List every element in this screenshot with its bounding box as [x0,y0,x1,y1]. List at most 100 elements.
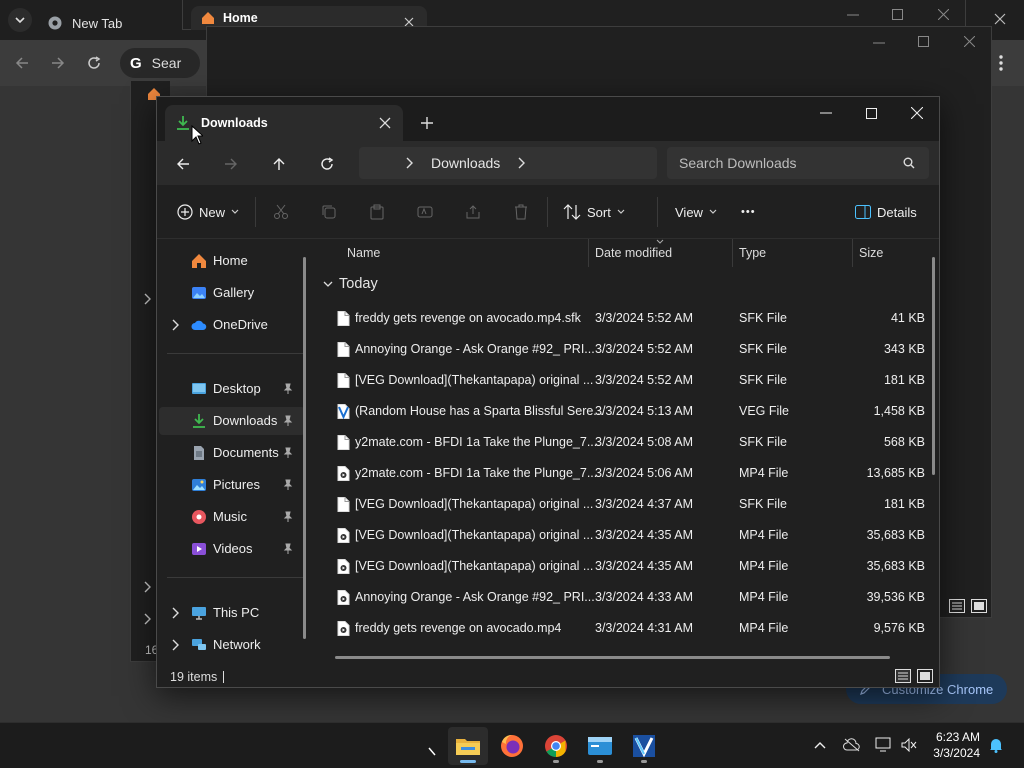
network-status-icon[interactable] [875,737,893,753]
paste-icon[interactable] [369,204,385,220]
bg-minimize-icon[interactable] [847,14,859,16]
file-row[interactable]: Annoying Orange - Ask Orange #92_ PRI...… [327,334,927,365]
pin-icon[interactable] [282,479,294,491]
onedrive-offline-icon[interactable] [843,738,861,752]
column-header-type[interactable]: Type [739,239,849,267]
bg3-chevron-icon[interactable] [143,581,151,593]
nav-item-this-pc[interactable]: This PC [159,599,305,627]
address-bar[interactable]: Downloads [359,147,657,179]
nav-item-onedrive[interactable]: OneDrive [159,311,305,339]
horizontal-scrollbar[interactable] [335,656,890,659]
nav-scrollbar[interactable] [303,257,306,639]
pin-icon[interactable] [282,447,294,459]
rename-icon[interactable] [417,204,433,220]
bg3-chevron-icon[interactable] [143,293,151,305]
pin-icon[interactable] [282,543,294,555]
reload-icon[interactable] [87,56,101,70]
breadcrumb-downloads[interactable]: Downloads [431,155,500,171]
details-pane-button[interactable]: Details [855,197,917,227]
file-row[interactable]: [VEG Download](Thekantapapa) original ..… [327,365,927,396]
column-divider[interactable] [588,239,589,267]
bg2-maximize-icon[interactable] [918,36,929,47]
nav-item-gallery[interactable]: Gallery [159,279,305,307]
bg2-close-icon[interactable] [964,36,975,47]
forward-arrow-icon[interactable] [51,56,65,70]
notification-bell-icon[interactable] [989,737,1003,753]
nav-item-home[interactable]: Home [159,247,305,275]
up-button[interactable] [266,151,292,177]
column-divider[interactable] [732,239,733,267]
share-icon[interactable] [465,204,481,220]
nav-item-desktop[interactable]: Desktop [159,375,305,403]
taskbar-chrome[interactable] [536,727,576,765]
file-row[interactable]: [VEG Download](Thekantapapa) original ..… [327,489,927,520]
forward-button[interactable] [218,151,244,177]
back-button[interactable] [170,151,196,177]
refresh-button[interactable] [314,151,340,177]
delete-icon[interactable] [513,204,529,220]
file-size: 35,683 KB [866,528,925,542]
file-row[interactable]: Annoying Orange - Ask Orange #92_ PRI...… [327,582,927,613]
chevron-right-icon[interactable] [169,639,181,651]
column-header-name[interactable]: Name [347,239,587,267]
taskbar-clock[interactable]: 6:23 AM 3/3/2024 [933,729,980,761]
file-row[interactable]: (Random House has a Sparta Blissful Sere… [327,396,927,427]
chrome-tab-title: New Tab [72,15,123,31]
tab-search-button[interactable] [8,8,32,32]
chevron-up-icon[interactable] [814,741,826,749]
view-button[interactable]: View [675,197,717,227]
nav-item-pictures[interactable]: Pictures [159,471,305,499]
new-button[interactable]: New [177,197,239,227]
volume-muted-icon[interactable] [901,738,917,752]
column-divider[interactable] [852,239,853,267]
chrome-omnibox[interactable]: G Sear [120,48,200,78]
cut-icon[interactable] [273,204,289,220]
chevron-right-icon[interactable] [169,607,181,619]
nav-item-documents[interactable]: Documents [159,439,305,467]
bg2-minimize-icon[interactable] [873,42,885,44]
nav-item-music[interactable]: Music [159,503,305,531]
tab-close-icon[interactable] [377,115,393,131]
pin-icon[interactable] [282,383,294,395]
file-row[interactable]: [VEG Download](Thekantapapa) original ..… [327,551,927,582]
bg-maximize-icon[interactable] [892,9,903,20]
taskbar-app-4[interactable] [580,727,620,765]
bg2-view-tiles-icon[interactable] [971,599,987,613]
file-row[interactable]: [VEG Download](Thekantapapa) original ..… [327,520,927,551]
chevron-right-icon[interactable] [517,157,525,169]
see-more-button[interactable]: ••• [741,197,756,227]
file-row[interactable]: y2mate.com - BFDI 1a Take the Plunge_7..… [327,427,927,458]
back-arrow-icon[interactable] [15,56,29,70]
file-row[interactable]: y2mate.com - BFDI 1a Take the Plunge_7..… [327,458,927,489]
new-tab-plus-icon[interactable] [415,111,439,135]
minimize-button[interactable] [803,97,849,129]
pin-icon[interactable] [282,511,294,523]
file-row[interactable]: freddy gets revenge on avocado.mp4.sfk 3/… [327,303,927,334]
bg2-view-details-icon[interactable] [949,599,965,613]
close-button[interactable] [894,97,940,129]
nav-item-network[interactable]: Network [159,631,305,659]
nav-item-downloads[interactable]: Downloads [159,407,305,435]
view-tiles-icon[interactable] [917,669,933,683]
chrome-close-icon[interactable] [994,13,1006,25]
maximize-button[interactable] [848,97,894,129]
view-details-icon[interactable] [895,669,911,683]
bg3-chevron-icon[interactable] [143,613,151,625]
file-row[interactable]: freddy gets revenge on avocado.mp4 3/3/20… [327,613,927,644]
vertical-scrollbar[interactable] [932,257,935,475]
search-input[interactable]: Search Downloads [667,147,929,179]
copy-icon[interactable] [321,204,337,220]
taskbar-app-5[interactable] [624,727,664,765]
bg-close-icon[interactable] [938,9,949,20]
chrome-menu-icon[interactable] [998,54,1004,72]
nav-item-videos[interactable]: Videos [159,535,305,563]
pin-icon[interactable] [282,415,294,427]
taskbar-firefox[interactable] [492,727,532,765]
taskbar-file-explorer[interactable] [448,727,488,765]
sort-button[interactable]: Sort [563,197,625,227]
group-header-today[interactable]: Today [323,273,378,295]
column-header-size[interactable]: Size [859,239,929,267]
column-header-date[interactable]: Date modified [595,239,733,267]
chrome-tab-new-tab[interactable]: New Tab [38,6,198,40]
chevron-right-icon[interactable] [169,319,181,331]
